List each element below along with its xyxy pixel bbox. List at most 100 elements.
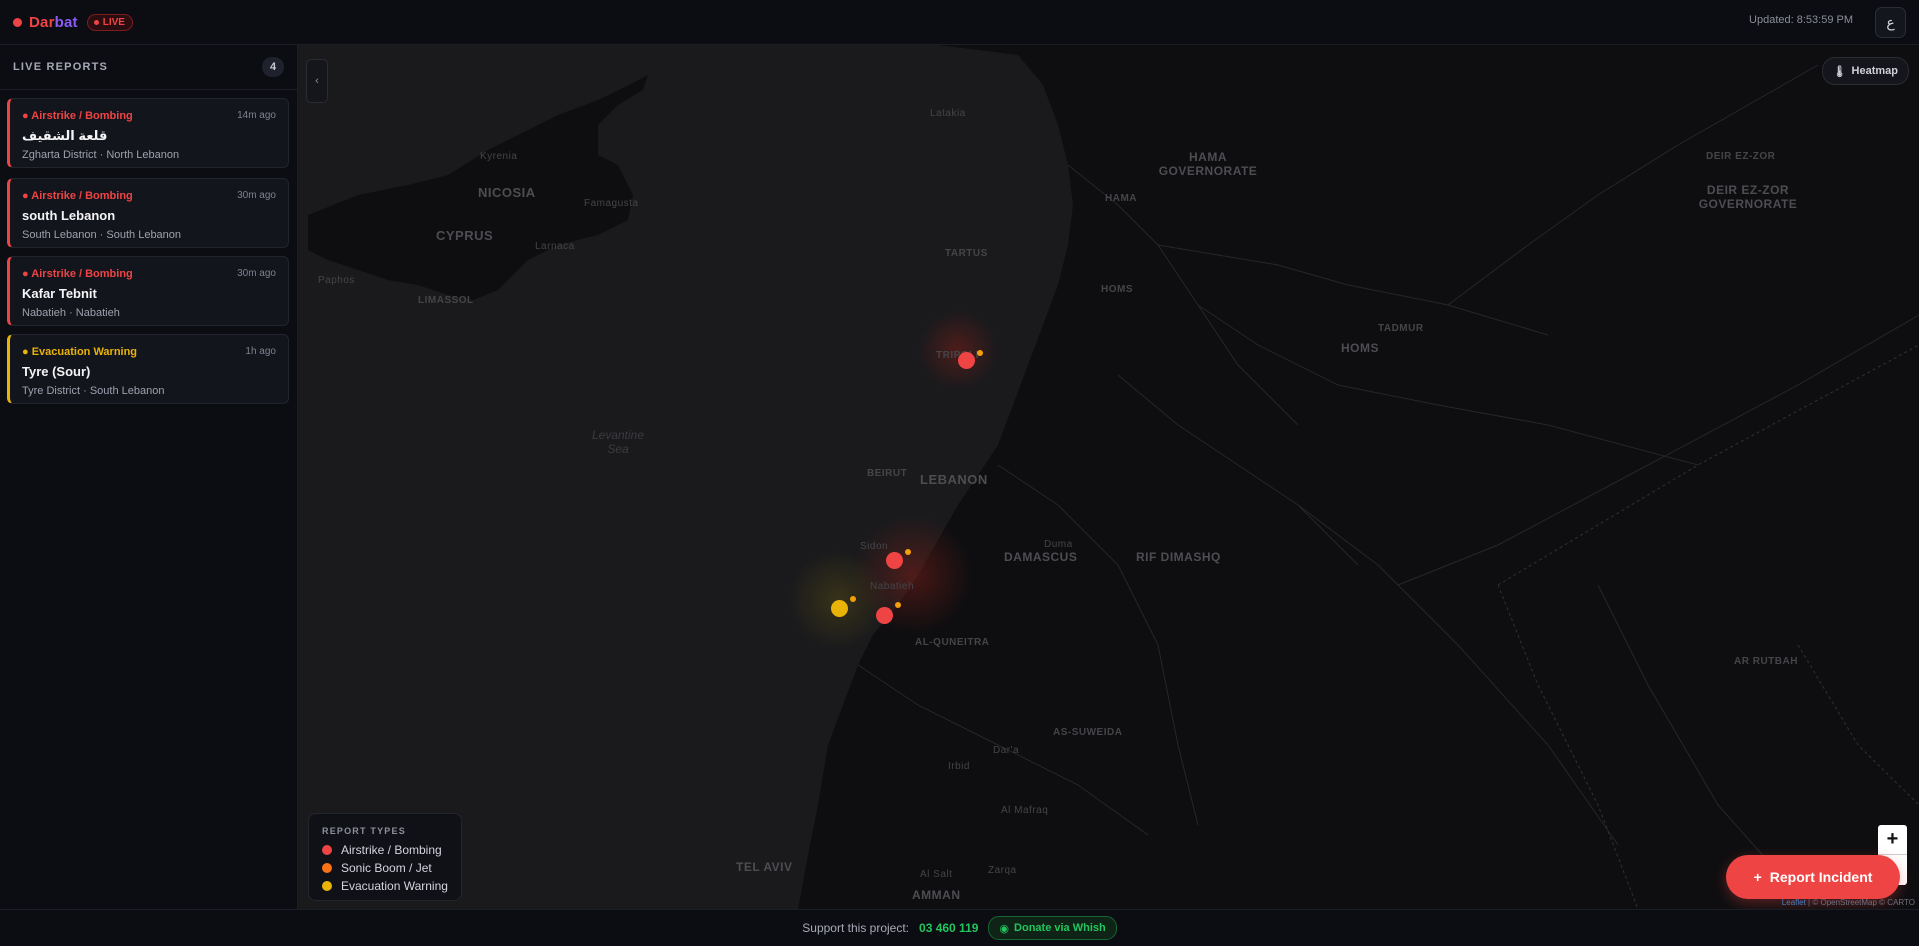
map-label-cyprus: CYPRUS: [436, 228, 494, 243]
map-label-irbid: Irbid: [948, 761, 970, 772]
airstrike-dot-icon: [322, 845, 332, 855]
support-text: Support this project:: [802, 921, 910, 935]
map-label-larnaca: Larnaca: [535, 241, 575, 252]
report-type: ● Airstrike / Bombing: [22, 110, 133, 122]
zoom-in-button[interactable]: +: [1878, 825, 1907, 855]
live-indicator-dot: [13, 17, 22, 27]
spark-icon: [850, 596, 856, 602]
map-label-al-quneitra: AL-QUNEITRA: [915, 637, 990, 648]
report-time: 14m ago: [237, 110, 276, 121]
support-footer: Support this project: 03 460 119 ◉ Donat…: [0, 909, 1919, 946]
donate-label: Donate via Whish: [1014, 922, 1106, 934]
map-label-dara: Dar'a: [993, 745, 1020, 756]
heatmap-toggle-button[interactable]: 🌡 Heatmap: [1821, 57, 1909, 85]
map-label-latakia: Latakia: [930, 108, 966, 119]
report-time: 1h ago: [245, 346, 276, 357]
report-type-label: Airstrike / Bombing: [31, 190, 133, 202]
report-type-label: Evacuation Warning: [31, 346, 138, 358]
spark-icon: [905, 549, 911, 555]
report-card[interactable]: ● Airstrike / Bombing 30m ago Kafar Tebn…: [7, 256, 289, 326]
heatmap-label: Heatmap: [1851, 65, 1898, 77]
legend-label: Evacuation Warning: [341, 879, 448, 893]
report-time: 30m ago: [237, 190, 276, 201]
incident-marker-airstrike[interactable]: [958, 352, 975, 369]
donate-button[interactable]: ◉ Donate via Whish: [988, 916, 1117, 940]
report-incident-label: Report Incident: [1769, 869, 1873, 885]
report-location: South Lebanon · South Lebanon: [22, 229, 182, 241]
leaflet-link[interactable]: Leaflet: [1782, 898, 1806, 907]
report-location: Tyre District · South Lebanon: [22, 385, 165, 397]
map-label-zarqa: Zarqa: [988, 865, 1017, 876]
spark-icon: [977, 350, 983, 356]
map-label-homs-city: HOMS: [1101, 284, 1133, 295]
report-count-badge: 4: [262, 57, 284, 77]
report-type: ● Evacuation Warning: [22, 346, 138, 358]
report-time: 30m ago: [237, 268, 276, 279]
map-label-ar-rutbah: AR RUTBAH: [1734, 656, 1798, 667]
incident-marker-airstrike[interactable]: [886, 552, 903, 569]
brand-part-1: Dar: [29, 13, 55, 31]
map-label-tadmur: TADMUR: [1378, 323, 1424, 334]
spark-icon: [895, 602, 901, 608]
live-label: LIVE: [102, 16, 125, 28]
report-title: south Lebanon: [22, 208, 116, 223]
map-label-limassol: LIMASSOL: [418, 295, 474, 306]
report-location: Zgharta District · North Lebanon: [22, 149, 180, 161]
reports-sidebar: LIVE REPORTS 4 ● Airstrike / Bombing 14m…: [0, 45, 298, 909]
report-title: Kafar Tebnit: [22, 286, 97, 301]
map-label-as-suweida: AS-SUWEIDA: [1053, 727, 1123, 738]
top-bar: Darbat LIVE Updated: 8:53:59 PM ع: [0, 0, 1919, 45]
report-card[interactable]: ● Airstrike / Bombing 14m ago قلعة الشقي…: [7, 98, 289, 168]
map-label-amman: AMMAN: [912, 888, 961, 902]
sidebar-title: LIVE REPORTS: [13, 61, 109, 73]
sonic-boom-dot-icon: [322, 863, 332, 873]
report-card[interactable]: ● Airstrike / Bombing 30m ago south Leba…: [7, 178, 289, 248]
map-legend: REPORT TYPES Airstrike / Bombing Sonic B…: [308, 813, 462, 901]
map-label-al-mafraq: Al Mafraq: [1001, 805, 1049, 816]
legend-item: Sonic Boom / Jet: [322, 861, 432, 875]
report-title: قلعة الشقيف: [22, 128, 108, 143]
legend-title: REPORT TYPES: [322, 826, 406, 836]
brand-logo: Darbat: [29, 14, 78, 31]
attribution-text: | © OpenStreetMap © CARTO: [1805, 898, 1915, 907]
evacuation-dot-icon: [322, 881, 332, 891]
incident-marker-evacuation[interactable]: [831, 600, 848, 617]
language-toggle-button[interactable]: ع: [1875, 7, 1906, 38]
map-label-deir-ez-zor-governorate: DEIR EZ-ZOR GOVERNORATE: [1698, 183, 1798, 211]
report-card[interactable]: ● Evacuation Warning 1h ago Tyre (Sour) …: [7, 334, 289, 404]
support-phone[interactable]: 03 460 119: [919, 921, 978, 935]
map-label-homs-region: HOMS: [1341, 341, 1379, 355]
map-label-hama-governorate: HAMA GOVERNORATE: [1158, 150, 1258, 178]
sidebar-header: LIVE REPORTS 4: [0, 45, 297, 90]
map-attribution: Leaflet | © OpenStreetMap © CARTO: [1782, 898, 1915, 907]
map-label-nabatieh: Nabatieh: [870, 581, 915, 592]
report-type-label: Airstrike / Bombing: [31, 268, 133, 280]
map-label-beirut: BEIRUT: [867, 468, 908, 479]
map-basemap: [308, 45, 1919, 909]
report-incident-button[interactable]: + Report Incident: [1726, 855, 1900, 899]
legend-label: Sonic Boom / Jet: [341, 861, 432, 875]
map-label-duma: Duma: [1044, 539, 1073, 550]
updated-timestamp: Updated: 8:53:59 PM: [1749, 14, 1853, 26]
collapse-sidebar-button[interactable]: ‹: [306, 59, 328, 103]
report-type-label: Airstrike / Bombing: [31, 110, 133, 122]
plus-icon: +: [1753, 869, 1762, 885]
map-label-sidon: Sidon: [860, 541, 889, 552]
map-label-kyrenia: Kyrenia: [480, 151, 518, 162]
whatsapp-icon: ◉: [999, 922, 1010, 935]
map-label-hama: HAMA: [1105, 193, 1137, 204]
map-label-tartus: TARTUS: [945, 248, 988, 259]
map-label-rif-dimashq: RIF DIMASHQ: [1136, 550, 1221, 564]
report-title: Tyre (Sour): [22, 364, 91, 379]
map-label-deir-ez-zor-city: DEIR EZ-ZOR: [1706, 151, 1776, 162]
live-dot-icon: [93, 19, 99, 25]
report-location: Nabatieh · Nabatieh: [22, 307, 120, 319]
map-label-tel-aviv: TEL AVIV: [736, 860, 793, 874]
incident-marker-airstrike[interactable]: [876, 607, 893, 624]
thermometer-icon: 🌡: [1832, 65, 1847, 78]
map-label-lebanon: LEBANON: [920, 472, 988, 487]
map-label-damascus: DAMASCUS: [1004, 550, 1078, 564]
incident-map[interactable]: NICOSIA CYPRUS LIMASSOL Kyrenia Famagust…: [298, 45, 1919, 909]
legend-item: Evacuation Warning: [322, 879, 448, 893]
report-type: ● Airstrike / Bombing: [22, 268, 133, 280]
